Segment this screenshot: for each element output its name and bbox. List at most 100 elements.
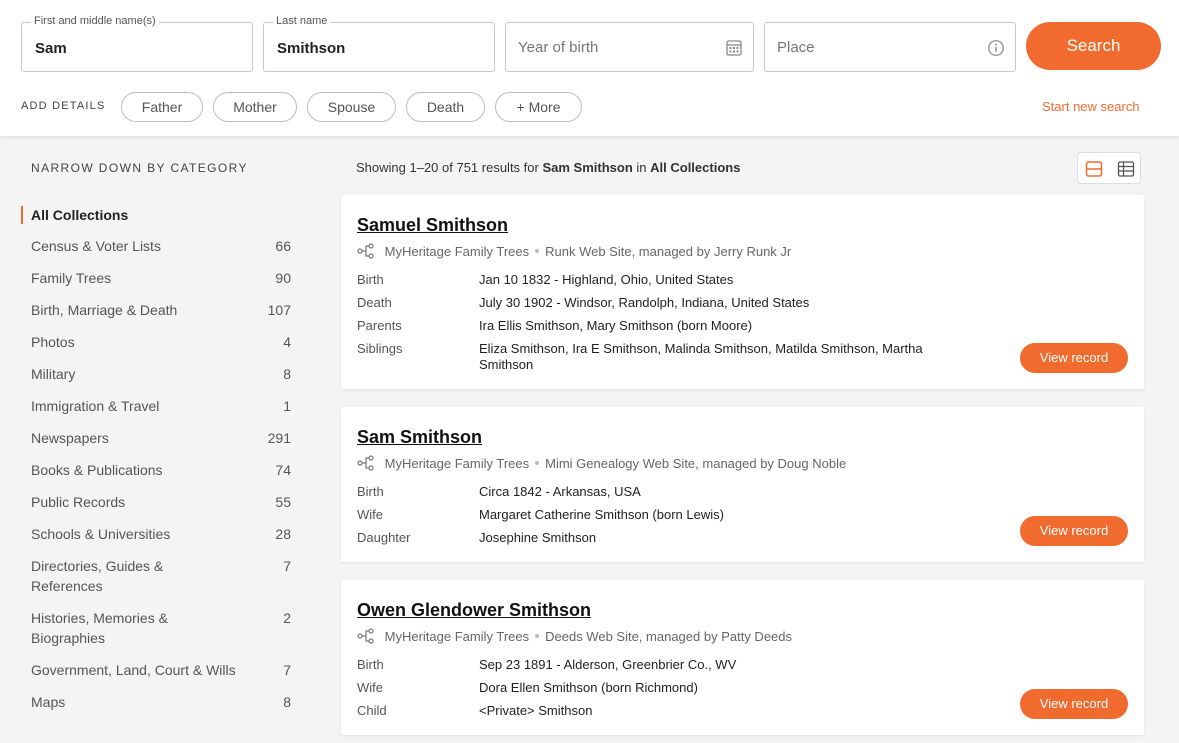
results-count-text: Showing 1–20 of 751 results for — [356, 160, 539, 175]
family-tree-icon — [357, 455, 374, 471]
row-label: Parents — [357, 318, 402, 333]
category-label: Public Records — [31, 494, 126, 510]
row-value: Sep 23 1891 - Alderson, Greenbrier Co., … — [479, 657, 737, 672]
last-name-value[interactable]: Smithson — [277, 40, 345, 57]
sidebar-item-military[interactable]: Military 8 — [31, 364, 291, 384]
category-label: Directories, Guides & References — [31, 558, 164, 594]
start-new-search-link[interactable]: Start new search — [1042, 99, 1140, 114]
source-site: Runk Web Site, managed by Jerry Runk Jr — [545, 244, 792, 259]
separator-dot — [535, 461, 540, 465]
separator-dot — [535, 634, 540, 638]
add-mother-chip[interactable]: Mother — [213, 92, 297, 122]
place-placeholder: Place — [777, 39, 815, 56]
category-count: 90 — [275, 270, 291, 286]
sidebar-item-census[interactable]: Census & Voter Lists 66 — [31, 236, 291, 256]
add-father-chip[interactable]: Father — [121, 92, 203, 122]
row-value: Dora Ellen Smithson (born Richmond) — [479, 680, 698, 695]
category-label: Maps — [31, 694, 66, 710]
result-card: Samuel Smithson MyHeritage Family Trees R… — [341, 195, 1144, 389]
separator-dot — [535, 249, 540, 253]
category-count: 74 — [275, 462, 291, 478]
table-view-icon — [1117, 161, 1135, 177]
category-label: Schools & Universities — [31, 526, 171, 542]
table-view-button[interactable] — [1110, 154, 1141, 182]
view-record-button[interactable]: View record — [1020, 689, 1128, 719]
result-card: Sam Smithson MyHeritage Family Trees Mimi… — [341, 407, 1144, 562]
sidebar-item-books[interactable]: Books & Publications 74 — [31, 460, 291, 480]
search-panel: First and middle name(s) Sam Last name S… — [0, 0, 1179, 136]
record-name-link[interactable]: Sam Smithson — [357, 427, 482, 448]
sidebar-item-schools[interactable]: Schools & Universities 28 — [31, 524, 291, 544]
category-label: Census & Voter Lists — [31, 238, 161, 254]
record-name-link[interactable]: Samuel Smithson — [357, 215, 508, 236]
row-value: July 30 1902 - Windsor, Randolph, Indian… — [479, 295, 810, 310]
sidebar-item-photos[interactable]: Photos 4 — [31, 332, 291, 352]
category-label: Military — [31, 366, 76, 382]
sidebar-item-public-records[interactable]: Public Records 55 — [31, 492, 291, 512]
place-field[interactable]: Place — [764, 22, 1016, 72]
category-count: 7 — [283, 558, 291, 574]
category-count: 291 — [267, 430, 291, 446]
row-value: Josephine Smithson — [479, 530, 597, 545]
sidebar-item-newspapers[interactable]: Newspapers 291 — [31, 428, 291, 448]
category-count: 107 — [267, 302, 291, 318]
last-name-label: Last name — [273, 15, 331, 27]
source-name: MyHeritage Family Trees — [384, 456, 530, 471]
first-name-field[interactable]: First and middle name(s) Sam — [21, 15, 253, 72]
view-record-button[interactable]: View record — [1020, 343, 1128, 373]
record-source: MyHeritage Family Trees Mimi Genealogy We… — [357, 455, 846, 471]
list-view-button[interactable] — [1078, 154, 1109, 182]
category-count: 8 — [283, 694, 291, 710]
row-label: Siblings — [357, 341, 403, 356]
record-name-link[interactable]: Owen Glendower Smithson — [357, 600, 591, 621]
row-value: <Private> Smithson — [479, 703, 593, 718]
calendar-icon[interactable] — [725, 39, 743, 57]
add-death-chip[interactable]: Death — [406, 92, 485, 122]
row-label: Birth — [357, 272, 384, 287]
category-label: Photos — [31, 334, 75, 350]
sidebar-item-family-trees[interactable]: Family Trees 90 — [31, 268, 291, 288]
sidebar-item-directories[interactable]: Directories, Guides & References 7 — [31, 556, 291, 596]
row-label: Birth — [357, 484, 384, 499]
category-count: 4 — [283, 334, 291, 350]
add-spouse-chip[interactable]: Spouse — [307, 92, 396, 122]
last-name-field[interactable]: Last name Smithson — [263, 15, 495, 72]
category-label: Books & Publications — [31, 462, 163, 478]
first-name-label: First and middle name(s) — [31, 15, 159, 27]
row-value: Eliza Smithson, Ira E Smithson, Malinda … — [479, 341, 923, 372]
record-source: MyHeritage Family Trees Deeds Web Site, m… — [357, 628, 792, 644]
sidebar-item-birth-marriage-death[interactable]: Birth, Marriage & Death 107 — [31, 300, 291, 320]
family-tree-icon — [357, 243, 374, 259]
row-label: Daughter — [357, 530, 411, 545]
category-count: 1 — [283, 398, 291, 414]
row-label: Child — [357, 703, 387, 718]
info-icon[interactable] — [987, 39, 1005, 57]
year-of-birth-placeholder: Year of birth — [518, 39, 599, 56]
category-label: Birth, Marriage & Death — [31, 302, 178, 318]
category-label: Newspapers — [31, 430, 109, 446]
source-site: Deeds Web Site, managed by Patty Deeds — [545, 629, 793, 644]
sidebar-item-all-collections[interactable]: All Collections — [31, 207, 128, 223]
sidebar-item-maps[interactable]: Maps 8 — [31, 692, 291, 712]
add-details-label: ADD DETAILS — [21, 100, 106, 112]
results-in-text: in — [636, 160, 647, 175]
category-label: Histories, Memories & Biographies — [31, 610, 168, 646]
row-value: Margaret Catherine Smithson (born Lewis) — [479, 507, 724, 522]
category-count: 28 — [275, 526, 291, 542]
sidebar-item-government[interactable]: Government, Land, Court & Wills 7 — [31, 660, 291, 680]
search-button[interactable]: Search — [1026, 22, 1161, 70]
results-collection: All Collections — [650, 160, 741, 175]
view-record-button[interactable]: View record — [1020, 516, 1128, 546]
category-count: 2 — [283, 610, 291, 626]
row-value: Jan 10 1832 - Highland, Ohio, United Sta… — [479, 272, 734, 287]
sidebar-item-immigration[interactable]: Immigration & Travel 1 — [31, 396, 291, 416]
first-name-value[interactable]: Sam — [35, 40, 67, 57]
sidebar-item-histories[interactable]: Histories, Memories & Biographies 2 — [31, 608, 291, 648]
row-label: Wife — [357, 680, 383, 695]
year-of-birth-field[interactable]: Year of birth — [505, 22, 754, 72]
more-details-chip[interactable]: + More — [495, 92, 582, 122]
category-count: 55 — [275, 494, 291, 510]
category-count: 7 — [283, 662, 291, 678]
category-count: 8 — [283, 366, 291, 382]
results-query: Sam Smithson — [542, 160, 633, 175]
